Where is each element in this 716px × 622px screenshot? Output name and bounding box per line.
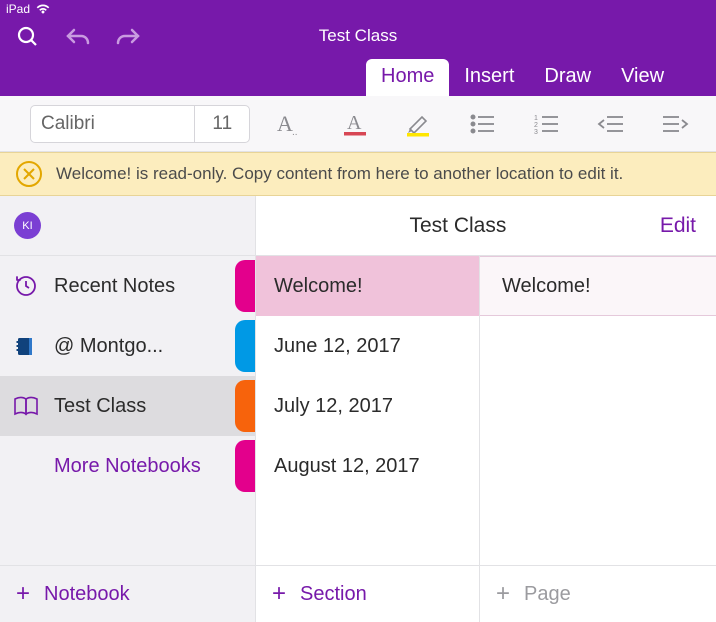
page-column: Welcome! — [480, 256, 716, 565]
edit-button[interactable]: Edit — [660, 214, 716, 238]
color-stripe — [235, 320, 255, 372]
add-section-button[interactable]: + Section — [256, 566, 480, 622]
plus-icon: + — [16, 580, 30, 608]
search-icon[interactable] — [14, 23, 42, 51]
section-item-jul12[interactable]: July 12, 2017 — [256, 376, 479, 436]
add-notebook-button[interactable]: + Notebook — [0, 566, 256, 622]
svg-text:A: A — [347, 112, 362, 134]
more-notebooks-label: More Notebooks — [54, 455, 201, 478]
page-item-welcome[interactable]: Welcome! — [480, 256, 716, 316]
font-name-field[interactable]: Calibri — [31, 106, 195, 142]
close-banner-icon[interactable] — [16, 161, 42, 187]
plus-icon: + — [496, 580, 510, 608]
section-item-jun12[interactable]: June 12, 2017 — [256, 316, 479, 376]
banner-text: Welcome! is read-only. Copy content from… — [56, 164, 623, 184]
section-label: Welcome! — [274, 275, 363, 298]
section-label: July 12, 2017 — [274, 395, 393, 418]
ribbon-toolbar: Calibri 11 A.. A 123 — [0, 96, 716, 152]
svg-text:1: 1 — [534, 115, 538, 122]
columns-header: KI Test Class Edit — [0, 196, 716, 256]
add-section-label: Section — [300, 583, 367, 606]
redo-icon[interactable] — [114, 23, 142, 51]
notebook-title: Test Class — [256, 214, 660, 238]
recent-notes-label: Recent Notes — [54, 275, 175, 298]
section-column: Welcome! June 12, 2017 July 12, 2017 Aug… — [256, 256, 480, 565]
tab-draw[interactable]: Draw — [529, 59, 606, 96]
font-size-field[interactable]: 11 — [195, 106, 249, 142]
bullet-list-icon[interactable] — [460, 104, 506, 144]
device-label: iPad — [6, 2, 30, 16]
svg-text:2: 2 — [534, 122, 538, 129]
ios-status-bar: iPad — [0, 0, 716, 18]
notebook-column: Recent Notes @ Montgo... Test Class More… — [0, 256, 256, 565]
recent-icon — [12, 274, 40, 298]
svg-text:3: 3 — [534, 129, 538, 135]
recent-notes-item[interactable]: Recent Notes — [0, 256, 255, 316]
add-row: + Notebook + Section + Page — [0, 566, 716, 622]
undo-icon[interactable] — [64, 23, 92, 51]
three-pane-layout: Recent Notes @ Montgo... Test Class More… — [0, 256, 716, 566]
readonly-banner: Welcome! is read-only. Copy content from… — [0, 152, 716, 196]
highlight-icon[interactable] — [396, 104, 442, 144]
plus-icon: + — [272, 580, 286, 608]
notebook-item-label: @ Montgo... — [54, 335, 163, 358]
notebook-item-montgomery[interactable]: @ Montgo... — [0, 316, 255, 376]
notebook-pane-header: KI — [0, 196, 256, 255]
notebook-item-testclass[interactable]: Test Class — [0, 376, 255, 436]
section-item-welcome[interactable]: Welcome! — [256, 256, 479, 316]
font-selector[interactable]: Calibri 11 — [30, 105, 250, 143]
title-bar: Test Class Home Insert Draw View — [0, 18, 716, 96]
user-avatar[interactable]: KI — [14, 212, 41, 239]
section-label: August 12, 2017 — [274, 455, 420, 478]
color-stripe — [235, 260, 255, 312]
svg-text:..: .. — [292, 127, 298, 137]
more-notebooks-item[interactable]: More Notebooks — [0, 436, 255, 496]
numbered-list-icon[interactable]: 123 — [524, 104, 570, 144]
add-notebook-label: Notebook — [44, 583, 130, 606]
tab-insert[interactable]: Insert — [449, 59, 529, 96]
page-label: Welcome! — [502, 275, 591, 298]
wifi-icon — [36, 4, 50, 14]
tab-view[interactable]: View — [606, 59, 679, 96]
add-page-label: Page — [524, 583, 571, 606]
color-stripe — [235, 440, 255, 492]
outdent-icon[interactable] — [588, 104, 634, 144]
svg-text:A: A — [277, 111, 293, 136]
tab-home[interactable]: Home — [366, 59, 449, 96]
notebook-open-icon — [12, 395, 40, 417]
font-color-icon[interactable]: A — [332, 104, 378, 144]
text-format-icon[interactable]: A.. — [268, 104, 314, 144]
notebook-item-label: Test Class — [54, 395, 146, 418]
section-item-aug12[interactable]: August 12, 2017 — [256, 436, 479, 496]
color-stripe — [235, 380, 255, 432]
notebook-icon — [12, 335, 40, 357]
section-label: June 12, 2017 — [274, 335, 401, 358]
indent-icon[interactable] — [652, 104, 698, 144]
add-page-button[interactable]: + Page — [480, 566, 716, 622]
ribbon-tabs: Home Insert Draw View — [366, 56, 679, 96]
